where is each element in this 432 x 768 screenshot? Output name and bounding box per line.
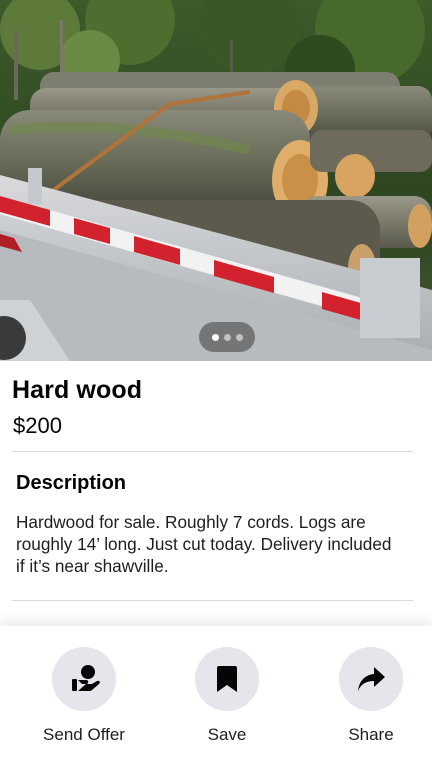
gallery-dot (211, 333, 219, 341)
send-offer-icon (72, 665, 100, 691)
send-offer-button[interactable]: Send Offer (29, 647, 139, 745)
share-circle[interactable] (339, 647, 403, 711)
save-label: Save (207, 725, 247, 744)
divider (12, 600, 413, 601)
log-pile-photo (0, 0, 432, 361)
share-button[interactable]: Share (316, 647, 426, 745)
share-label: Share (348, 725, 394, 744)
send-offer-circle[interactable] (52, 647, 116, 711)
save-button[interactable]: Save (172, 647, 282, 745)
action-bar: Send Offer Save Share (0, 626, 432, 768)
listing-title: Hard wood (12, 376, 143, 404)
gallery-dot (223, 333, 231, 341)
listing-photo[interactable] (0, 0, 432, 361)
send-offer-label: Send Offer (43, 725, 125, 744)
save-circle[interactable] (195, 647, 259, 711)
gallery-page-indicator (199, 322, 255, 352)
bookmark-icon (217, 666, 237, 692)
description-heading: Description (16, 472, 127, 494)
gallery-dot (235, 333, 243, 341)
divider (12, 451, 413, 452)
listing-price: $200 (13, 413, 62, 438)
description-text: Hardwood for sale. Roughly 7 cords. Logs… (16, 512, 392, 576)
share-arrow-icon (358, 667, 385, 691)
